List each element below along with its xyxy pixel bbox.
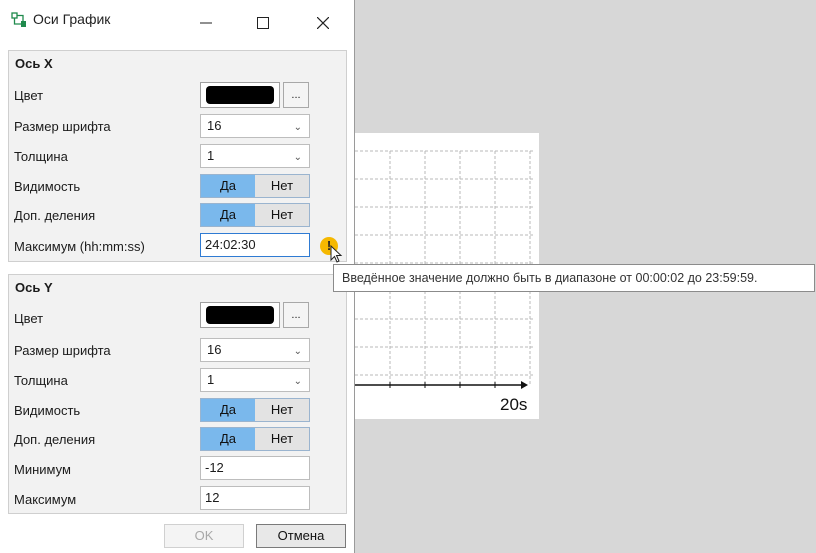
chevron-down-icon: ⌄ (293, 152, 302, 163)
axis-x-extra-ticks-toggle: Да Нет (200, 203, 310, 227)
axis-y-thickness-value: 1 (207, 372, 215, 387)
axis-y-visibility-toggle: Да Нет (200, 398, 310, 422)
title-bar: Оси График (0, 0, 354, 46)
axis-y-extra-ticks-toggle: Да Нет (200, 427, 310, 451)
app-icon (11, 12, 26, 27)
close-icon (317, 17, 329, 29)
axis-y-font-size-value: 16 (207, 342, 222, 357)
axis-y-thickness-select[interactable]: 1 ⌄ (200, 368, 310, 392)
axes-dialog: Оси График Ось X Цвет ... Размер шрифта … (0, 0, 355, 553)
axis-x-font-size-value: 16 (207, 118, 222, 133)
axis-y-min-label: Минимум (14, 462, 71, 477)
ok-button[interactable]: OK (164, 524, 244, 548)
axis-x-max-label: Максимум (hh:mm:ss) (14, 239, 145, 254)
axis-x-extra-ticks-label: Доп. деления (14, 208, 96, 223)
axis-y-color-picker-button[interactable]: ... (283, 302, 309, 328)
axis-x-color-field[interactable] (200, 82, 280, 108)
axis-x-max-input[interactable]: 24:02:30 (200, 233, 310, 257)
minimize-button[interactable] (183, 0, 229, 46)
validation-tooltip: Введённое значение должно быть в диапазо… (333, 264, 815, 292)
axis-x-visibility-no[interactable]: Нет (255, 175, 309, 197)
axis-y-color-swatch (206, 306, 274, 324)
mouse-cursor-icon (330, 245, 343, 263)
axis-y-visibility-no[interactable]: Нет (255, 399, 309, 421)
axis-y-extra-ticks-no[interactable]: Нет (255, 428, 309, 450)
axis-y-visibility-yes[interactable]: Да (201, 399, 255, 421)
minimize-icon (200, 22, 212, 24)
axis-x-visibility-label: Видимость (14, 179, 81, 194)
axis-x-visibility-yes[interactable]: Да (201, 175, 255, 197)
axis-x-thickness-select[interactable]: 1 ⌄ (200, 144, 310, 168)
chevron-down-icon: ⌄ (293, 376, 302, 387)
axis-y-max-label: Максимум (14, 492, 77, 507)
axis-y-color-label: Цвет (14, 311, 44, 326)
axis-y-extra-ticks-yes[interactable]: Да (201, 428, 255, 450)
axis-y-color-field[interactable] (200, 302, 280, 328)
axis-y-font-size-label: Размер шрифта (14, 343, 111, 358)
axis-x-font-size-select[interactable]: 16 ⌄ (200, 114, 310, 138)
axis-y-thickness-label: Толщина (14, 373, 68, 388)
axis-x-color-picker-button[interactable]: ... (283, 82, 309, 108)
maximize-button[interactable] (240, 0, 286, 46)
axis-x-thickness-label: Толщина (14, 149, 68, 164)
chevron-down-icon: ⌄ (293, 122, 302, 133)
axis-x-extra-ticks-yes[interactable]: Да (201, 204, 255, 226)
axis-y-max-input[interactable]: 12 (200, 486, 310, 510)
axis-y-title: Ось Y (15, 280, 53, 295)
window-title: Оси График (33, 11, 111, 27)
axis-x-extra-ticks-no[interactable]: Нет (255, 204, 309, 226)
x-axis-tick-label: 20s (500, 395, 528, 414)
axis-y-min-input[interactable]: -12 (200, 456, 310, 480)
axis-y-font-size-select[interactable]: 16 ⌄ (200, 338, 310, 362)
maximize-icon (257, 17, 269, 29)
axis-x-color-label: Цвет (14, 88, 44, 103)
axis-x-title: Ось X (15, 56, 53, 71)
axis-x-font-size-label: Размер шрифта (14, 119, 111, 134)
chevron-down-icon: ⌄ (293, 346, 302, 357)
axis-y-visibility-label: Видимость (14, 403, 81, 418)
axis-x-thickness-value: 1 (207, 148, 215, 163)
cancel-button[interactable]: Отмена (256, 524, 346, 548)
axis-x-color-swatch (206, 86, 274, 104)
axis-x-visibility-toggle: Да Нет (200, 174, 310, 198)
close-button[interactable] (300, 0, 346, 46)
axis-y-extra-ticks-label: Доп. деления (14, 432, 96, 447)
